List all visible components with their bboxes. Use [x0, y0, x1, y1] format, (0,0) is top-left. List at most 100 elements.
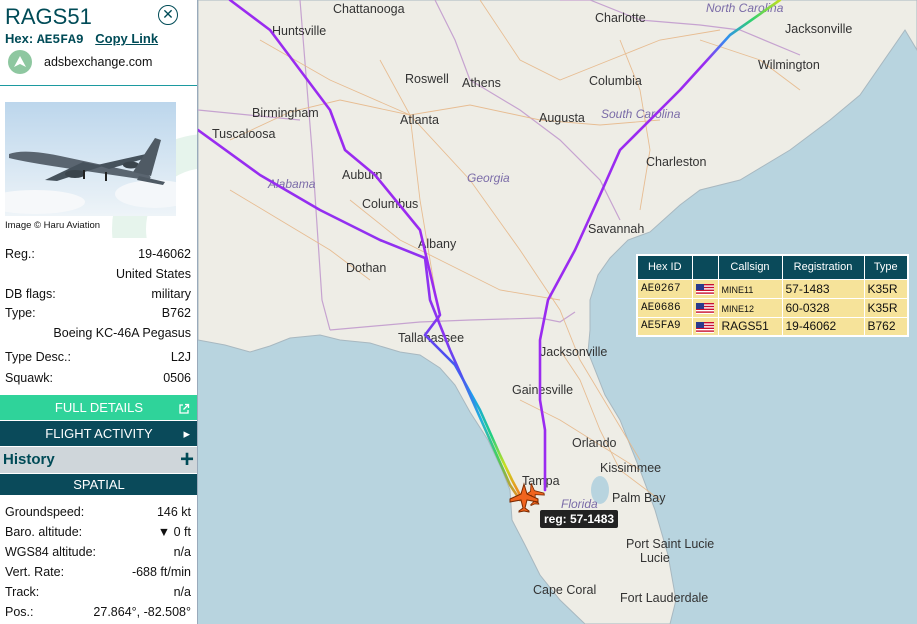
city-label: Tampa [522, 474, 560, 488]
hex-line: Hex: AE5FA9 Copy Link [5, 31, 158, 47]
pos-value: 27.864°, -82.508° [93, 605, 191, 619]
cell-registration: 60-0328 [781, 297, 865, 318]
copy-link-button[interactable]: Copy Link [95, 31, 158, 46]
cell-flag [691, 297, 719, 318]
cell-type: B762 [863, 316, 909, 337]
aircraft-info-panel: RAGS51 ✕ Hex: AE5FA9 Copy Link adsbexcha… [0, 0, 198, 624]
state-label: Georgia [467, 171, 510, 185]
state-label: North Carolina [706, 1, 784, 15]
history-section[interactable]: History + [0, 446, 197, 474]
reg-value: 19-46062 [138, 247, 191, 261]
city-label: Augusta [539, 111, 585, 125]
aircraft-photo-area: Image © Haru Aviation [0, 102, 197, 238]
column-header-hex[interactable]: Hex ID [636, 254, 693, 280]
cell-registration: 19-46062 [781, 316, 865, 337]
city-label: Birmingham [252, 106, 319, 120]
cell-hex: AE0686 [636, 297, 693, 318]
dbflags-value: military [151, 287, 191, 301]
column-header-flag[interactable] [691, 254, 719, 280]
us-flag-icon [695, 283, 714, 295]
reg-label: Reg.: [5, 247, 35, 261]
state-label: Florida [561, 497, 598, 511]
external-link-icon [178, 395, 190, 420]
cell-callsign: RAGS51 [717, 316, 783, 337]
groundspeed-value: 146 kt [156, 505, 191, 519]
image-credit: Image © Haru Aviation [5, 220, 101, 231]
history-label: History [3, 451, 55, 468]
city-label: Orlando [572, 436, 617, 450]
baro-value: ▼ 0 ft [157, 525, 191, 539]
type-label: Type: [5, 306, 36, 320]
dbflags-label: DB flags: [5, 287, 56, 301]
typedesc-label: Type Desc.: [5, 350, 71, 364]
cell-type: K35R [863, 278, 909, 299]
cell-callsign: MINE11 [717, 278, 783, 299]
city-label: Kissimmee [600, 461, 661, 475]
city-label: Savannah [588, 222, 644, 236]
groundspeed-label: Groundspeed: [5, 505, 85, 519]
full-details-button[interactable]: FULL DETAILS [0, 395, 197, 420]
cell-hex: AE5FA9 [636, 316, 693, 337]
aircraft-table: Hex ID Callsign Registration Type AE0267… [636, 254, 909, 337]
city-label: Columbus [362, 197, 418, 211]
cell-flag [691, 316, 719, 337]
city-label: Jacksonville [785, 22, 852, 36]
track-value: n/a [173, 585, 191, 599]
city-label: Tuscaloosa [212, 127, 276, 141]
us-flag-icon [695, 302, 714, 314]
city-label: Fort Lauderdale [620, 591, 708, 605]
vert-label: Vert. Rate: [5, 565, 65, 579]
callsign-title: RAGS51 [5, 4, 92, 29]
us-flag-icon [695, 321, 714, 333]
vert-value: -688 ft/min [131, 565, 191, 579]
city-label: Charlotte [595, 11, 646, 25]
city-label: Gainesville [512, 383, 573, 397]
hex-label: Hex: [5, 31, 34, 46]
city-label: Huntsville [272, 24, 326, 38]
wgs-label: WGS84 altitude: [5, 545, 97, 559]
city-label: Dothan [346, 261, 386, 275]
table-row[interactable]: AE5FA9 RAGS51 19-46062 B762 [636, 316, 909, 337]
spatial-header[interactable]: SPATIAL [0, 474, 197, 495]
city-label: Athens [462, 76, 501, 90]
country-value: United States [115, 267, 191, 281]
flight-activity-label: FLIGHT ACTIVITY [45, 426, 153, 441]
full-details-label: FULL DETAILS [54, 400, 144, 415]
cell-flag [691, 278, 719, 299]
panel-header: RAGS51 ✕ Hex: AE5FA9 Copy Link adsbexcha… [0, 0, 197, 86]
close-icon[interactable]: ✕ [158, 5, 178, 25]
column-header-callsign[interactable]: Callsign [717, 254, 783, 280]
city-label: Chattanooga [333, 2, 405, 16]
table-row[interactable]: AE0267 MINE11 57-1483 K35R [636, 278, 909, 299]
flight-activity-button[interactable]: FLIGHT ACTIVITY ▸ [0, 421, 197, 446]
chevron-right-icon: ▸ [183, 426, 190, 441]
source-text: adsbexchange.com [44, 55, 153, 69]
table-row[interactable]: AE0686 MINE12 60-0328 K35R [636, 297, 909, 318]
cell-hex: AE0267 [636, 278, 693, 299]
column-header-type[interactable]: Type [863, 254, 909, 280]
table-header-row: Hex ID Callsign Registration Type [636, 254, 909, 280]
city-label: Roswell [405, 72, 449, 86]
cell-registration: 57-1483 [781, 278, 865, 299]
type-value: B762 [161, 306, 191, 320]
hex-value: AE5FA9 [36, 32, 84, 47]
state-label: South Carolina [601, 107, 681, 121]
wgs-value: n/a [173, 545, 191, 559]
baro-label: Baro. altitude: [5, 525, 83, 539]
city-label: Wilmington [758, 58, 820, 72]
cell-type: K35R [863, 297, 909, 318]
squawk-label: Squawk: [5, 371, 53, 385]
selected-aircraft-label: reg: 57-1483 [540, 510, 619, 528]
city-label: Palm Bay [612, 491, 666, 505]
column-header-registration[interactable]: Registration [781, 254, 865, 280]
source-link[interactable]: adsbexchange.com [8, 50, 152, 74]
squawk-value: 0506 [163, 371, 191, 385]
city-label: Columbia [589, 74, 642, 88]
type-name-value: Boeing KC-46A Pegasus [53, 326, 191, 340]
city-label: Charleston [646, 155, 706, 169]
plus-icon[interactable]: + [180, 446, 194, 474]
city-label: Port Saint Lucie [626, 537, 714, 551]
pos-label: Pos.: [5, 605, 34, 619]
aircraft-photo[interactable] [5, 102, 176, 216]
city-label: Cape Coral [533, 583, 596, 597]
